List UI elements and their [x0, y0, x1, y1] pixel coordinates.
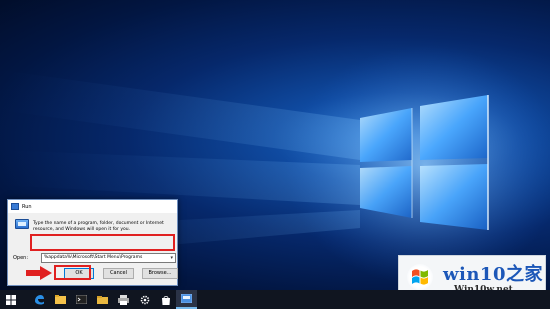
highlight-open-field: [30, 234, 175, 251]
run-title: Run: [22, 203, 32, 210]
run-description: Type the name of a program, folder, docu…: [33, 221, 164, 232]
run-titlebar[interactable]: Run: [8, 200, 177, 213]
printer-icon[interactable]: [113, 290, 134, 309]
open-input[interactable]: %appdata%\Microsoft\Start Menu\Programs …: [41, 253, 176, 263]
chevron-down-icon[interactable]: ▾: [170, 254, 173, 262]
watermark-title: win10之家: [443, 264, 543, 285]
windows-flag-icon: [412, 269, 428, 285]
open-label: Open:: [13, 255, 29, 261]
run-icon: [15, 219, 29, 229]
edge-icon[interactable]: [29, 290, 50, 309]
file-explorer-icon[interactable]: [50, 290, 71, 309]
taskbar: [0, 290, 550, 309]
open-input-value: %appdata%\Microsoft\Start Menu\Programs: [44, 255, 143, 260]
run-taskbar-icon[interactable]: [176, 290, 197, 309]
browse-button[interactable]: Browse...: [142, 268, 178, 279]
red-arrow-icon: [26, 266, 52, 280]
highlight-ok-button: [54, 265, 91, 280]
store-icon[interactable]: [155, 290, 176, 309]
settings-icon[interactable]: [134, 290, 155, 309]
taskbar-spacer: [21, 290, 29, 309]
cmd-icon[interactable]: [71, 290, 92, 309]
watermark-logo: [407, 264, 433, 290]
start-icon[interactable]: [0, 290, 21, 309]
run-app-icon: [11, 203, 19, 210]
cancel-button[interactable]: Cancel: [103, 268, 134, 279]
folder-icon[interactable]: [92, 290, 113, 309]
